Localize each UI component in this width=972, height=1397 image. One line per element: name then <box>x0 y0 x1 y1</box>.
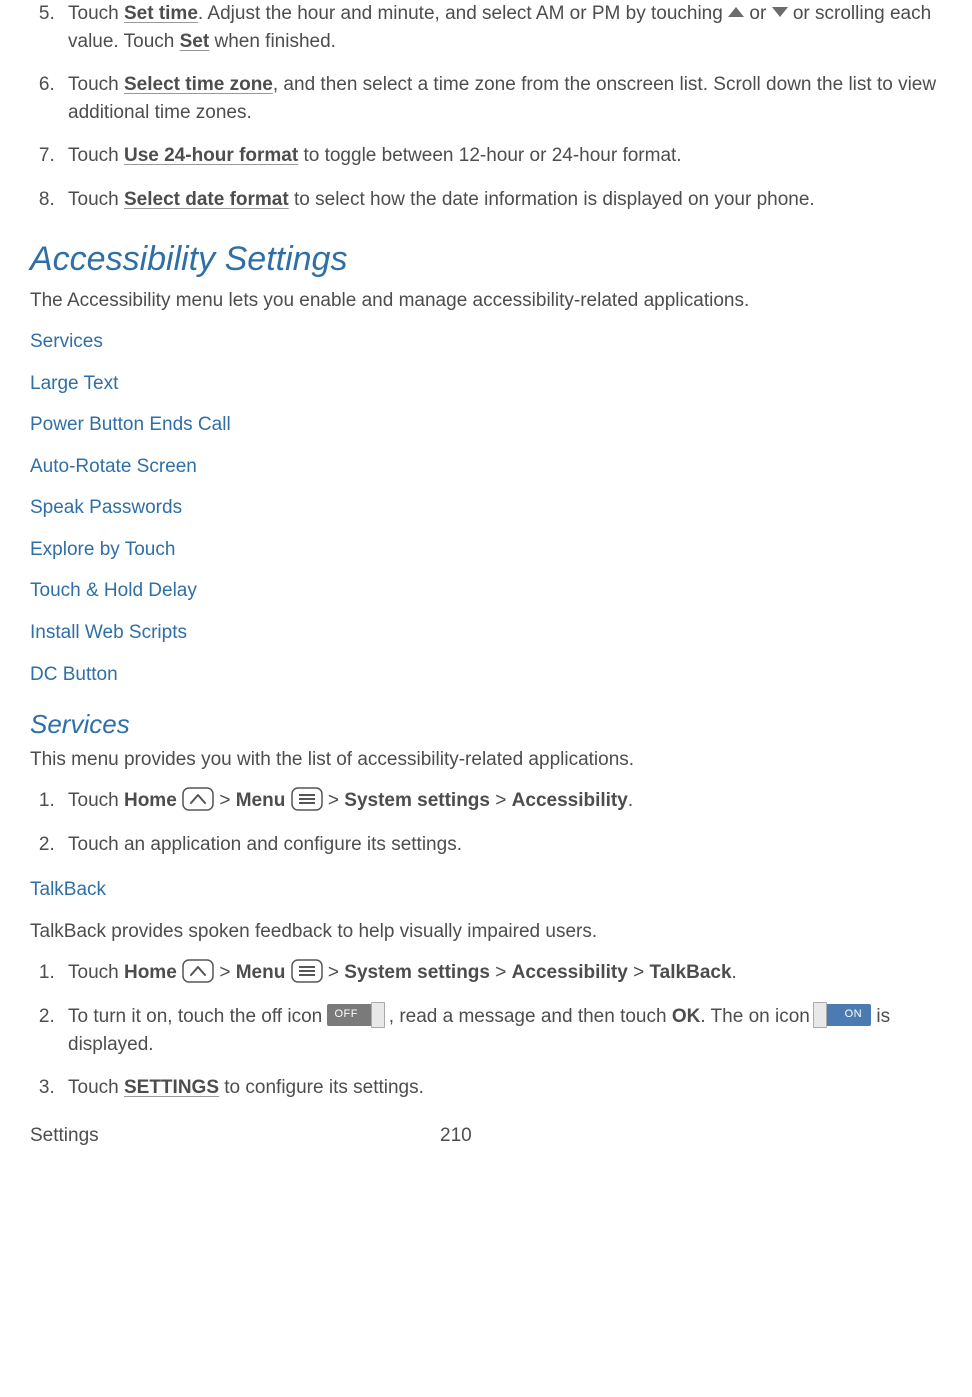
ok-label: OK <box>672 1006 701 1027</box>
action-label: Select date format <box>124 189 289 210</box>
separator: > <box>490 790 512 811</box>
text: . The on icon <box>700 1006 815 1027</box>
text: Touch <box>68 189 124 210</box>
text: . Adjust the hour and minute, and select… <box>198 3 728 24</box>
accessibility-heading: Accessibility Settings <box>30 235 952 284</box>
footer-page-number: 210 <box>440 1122 472 1150</box>
on-switch-icon: ON <box>815 1004 871 1026</box>
menu-icon <box>291 787 323 811</box>
home-icon <box>182 959 214 983</box>
text: to select how the date information is di… <box>289 189 815 210</box>
talkback-desc: TalkBack provides spoken feedback to hel… <box>30 918 952 946</box>
services-heading: Services <box>30 706 952 744</box>
menu-label: Menu <box>236 962 286 983</box>
text: Touch <box>68 790 124 811</box>
off-switch-icon: OFF <box>327 1004 383 1026</box>
services-desc: This menu provides you with the list of … <box>30 746 952 774</box>
text: Touch <box>68 1077 124 1098</box>
down-arrow-icon <box>772 7 788 17</box>
home-label: Home <box>124 962 177 983</box>
separator: > <box>219 790 235 811</box>
numbered-list-datetime: Touch Set time. Adjust the hour and minu… <box>30 0 952 213</box>
accessibility-label: Accessibility <box>512 790 628 811</box>
separator: > <box>328 790 344 811</box>
footer-section: Settings <box>30 1122 440 1150</box>
system-settings-label: System settings <box>344 790 490 811</box>
home-label: Home <box>124 790 177 811</box>
step-7: Touch Use 24-hour format to toggle betwe… <box>60 142 952 170</box>
action-label: Use 24-hour format <box>124 145 298 166</box>
talkback-step-2: To turn it on, touch the off icon OFF , … <box>60 1003 952 1058</box>
text: . <box>628 790 633 811</box>
off-switch-label: OFF <box>334 1007 358 1023</box>
link-auto-rotate-screen[interactable]: Auto-Rotate Screen <box>30 453 952 481</box>
up-arrow-icon <box>728 7 744 17</box>
talkback-heading[interactable]: TalkBack <box>30 876 952 904</box>
step-5: Touch Set time. Adjust the hour and minu… <box>60 0 952 55</box>
settings-label: SETTINGS <box>124 1077 219 1098</box>
text: To turn it on, touch the off icon <box>68 1006 327 1027</box>
services-steps: Touch Home > Menu > System settings > Ac… <box>30 787 952 858</box>
action-label: Select time zone <box>124 74 273 95</box>
text: or <box>744 3 771 24</box>
talkback-label: TalkBack <box>649 962 731 983</box>
step-6: Touch Select time zone, and then select … <box>60 71 952 126</box>
menu-label: Menu <box>236 790 286 811</box>
separator: > <box>219 962 235 983</box>
text: to configure its settings. <box>219 1077 424 1098</box>
text: Touch <box>68 962 124 983</box>
text: Touch <box>68 145 124 166</box>
separator: > <box>628 962 650 983</box>
link-large-text[interactable]: Large Text <box>30 370 952 398</box>
home-icon <box>182 787 214 811</box>
link-speak-passwords[interactable]: Speak Passwords <box>30 494 952 522</box>
link-install-web-scripts[interactable]: Install Web Scripts <box>30 619 952 647</box>
on-switch-label: ON <box>845 1007 863 1023</box>
link-touch-hold-delay[interactable]: Touch & Hold Delay <box>30 577 952 605</box>
accessibility-link-list: Services Large Text Power Button Ends Ca… <box>30 328 952 688</box>
accessibility-label: Accessibility <box>512 962 628 983</box>
text: to toggle between 12-hour or 24-hour for… <box>298 145 681 166</box>
page-footer: Settings 210 <box>30 1122 952 1164</box>
link-power-button-ends-call[interactable]: Power Button Ends Call <box>30 411 952 439</box>
menu-icon <box>291 959 323 983</box>
talkback-step-3: Touch SETTINGS to configure its settings… <box>60 1074 952 1102</box>
talkback-step-1: Touch Home > Menu > System settings > Ac… <box>60 959 952 987</box>
link-explore-by-touch[interactable]: Explore by Touch <box>30 536 952 564</box>
system-settings-label: System settings <box>344 962 490 983</box>
text: , read a message and then touch <box>383 1006 671 1027</box>
text: Touch <box>68 3 124 24</box>
text: when finished. <box>209 31 336 52</box>
accessibility-desc: The Accessibility menu lets you enable a… <box>30 287 952 315</box>
link-dc-button[interactable]: DC Button <box>30 661 952 689</box>
talkback-steps: Touch Home > Menu > System settings > Ac… <box>30 959 952 1101</box>
step-8: Touch Select date format to select how t… <box>60 186 952 214</box>
action-label: Set time <box>124 3 198 24</box>
services-step-2: Touch an application and configure its s… <box>60 831 952 859</box>
action-label: Set <box>180 31 210 52</box>
link-services[interactable]: Services <box>30 328 952 356</box>
text: Touch <box>68 74 124 95</box>
separator: > <box>490 962 512 983</box>
text: . <box>732 962 737 983</box>
separator: > <box>328 962 344 983</box>
services-step-1: Touch Home > Menu > System settings > Ac… <box>60 787 952 815</box>
